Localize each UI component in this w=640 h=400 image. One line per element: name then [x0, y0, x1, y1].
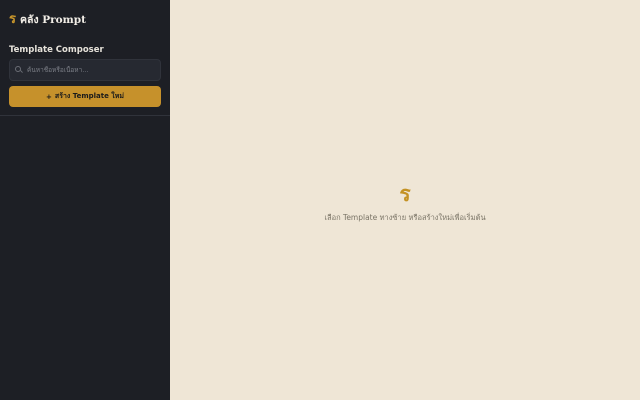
brand-logo-icon: ร: [9, 11, 16, 27]
create-template-label: สร้าง Template ใหม่: [54, 92, 124, 100]
search-input[interactable]: [27, 66, 155, 74]
search-icon: [15, 66, 23, 74]
sidebar: ร คลัง Prompt Template Composer + สร้าง …: [0, 0, 170, 400]
create-template-button[interactable]: + สร้าง Template ใหม่: [9, 86, 161, 107]
plus-icon: +: [46, 92, 52, 101]
sidebar-divider: [0, 115, 170, 116]
sidebar-content: ร คลัง Prompt Template Composer + สร้าง …: [0, 0, 170, 107]
app-title: คลัง Prompt: [19, 13, 86, 26]
search-box[interactable]: [9, 59, 161, 81]
section-label: Template Composer: [9, 45, 104, 55]
main-panel: ร เลือก Template ทางซ้าย หรือสร้างใหม่เพ…: [170, 0, 640, 400]
empty-state-icon: ร: [399, 180, 411, 206]
empty-state-message: เลือก Template ทางซ้าย หรือสร้างใหม่เพื่…: [324, 212, 486, 222]
app-brand: ร คลัง Prompt: [9, 10, 161, 28]
